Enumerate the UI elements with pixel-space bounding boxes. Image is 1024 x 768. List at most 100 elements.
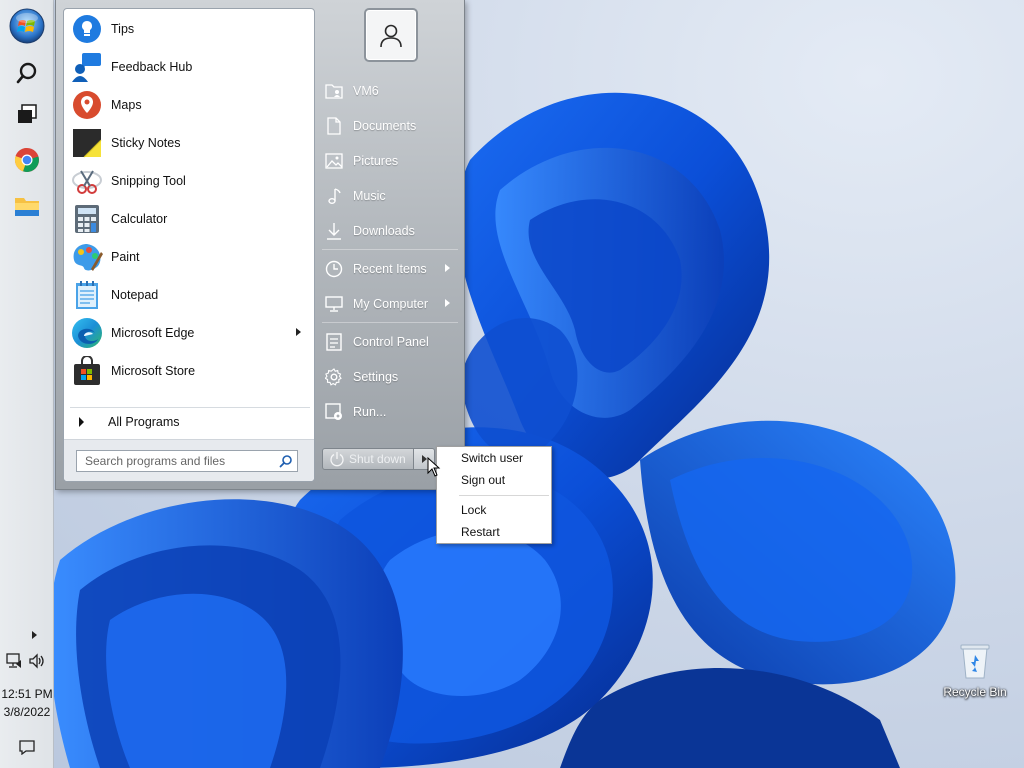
place-run[interactable]: Run... — [318, 395, 462, 428]
submenu-arrow-icon — [445, 299, 450, 307]
program-tips[interactable]: Tips — [67, 10, 311, 48]
network-icon[interactable] — [5, 653, 23, 669]
chrome-icon — [14, 147, 39, 172]
place-label: VM6 — [353, 83, 379, 98]
document-icon — [325, 116, 343, 135]
computer-icon — [325, 295, 343, 313]
task-view-icon — [18, 104, 37, 123]
shutdown-label: Shut down — [349, 452, 406, 466]
power-icon — [330, 452, 344, 467]
program-label: Feedback Hub — [111, 60, 193, 74]
place-recent-items[interactable]: Recent Items — [318, 252, 462, 285]
program-paint[interactable]: Paint — [67, 238, 311, 276]
search-icon[interactable] — [279, 454, 293, 468]
folder-icon — [15, 198, 39, 216]
all-programs-label: All Programs — [108, 415, 180, 429]
divider — [322, 322, 458, 323]
place-pictures[interactable]: Pictures — [318, 144, 462, 177]
program-label: Microsoft Store — [111, 364, 196, 378]
place-music[interactable]: Music — [318, 179, 462, 212]
speaker-icon[interactable] — [28, 653, 46, 669]
picture-icon — [325, 152, 343, 170]
recycle-bin-icon — [960, 644, 990, 679]
control-panel-icon — [325, 332, 343, 351]
place-control-panel[interactable]: Control Panel — [318, 325, 462, 358]
program-feedback-hub[interactable]: Feedback Hub — [67, 48, 311, 86]
run-icon — [325, 402, 343, 421]
maps-icon — [71, 89, 103, 121]
place-label: My Computer — [353, 296, 429, 311]
clock-time[interactable]: 12:51 PM — [0, 687, 54, 701]
program-label: Maps — [111, 98, 142, 112]
program-label: Tips — [111, 22, 135, 36]
program-calculator[interactable]: Calculator — [67, 200, 311, 238]
search-input[interactable] — [77, 451, 273, 471]
search-box — [76, 450, 298, 472]
windows-orb-icon — [9, 8, 45, 44]
program-sticky-notes[interactable]: Sticky Notes — [67, 124, 311, 162]
place-documents[interactable]: Documents — [318, 109, 462, 142]
paint-icon — [71, 241, 103, 273]
clock-icon — [325, 260, 343, 278]
program-notepad[interactable]: Notepad — [67, 276, 311, 314]
notification-icon[interactable] — [19, 739, 35, 755]
recycle-bin-label: Recycle Bin — [943, 685, 1007, 699]
menu-item-restart[interactable]: Restart — [438, 521, 550, 543]
music-note-icon — [325, 187, 343, 205]
shutdown-button[interactable]: Shut down — [322, 448, 414, 470]
taskbar-chrome-button[interactable] — [7, 140, 47, 180]
place-downloads[interactable]: Downloads — [318, 214, 462, 247]
program-label: Paint — [111, 250, 140, 264]
divider — [70, 407, 310, 408]
place-settings[interactable]: Settings — [318, 360, 462, 393]
program-microsoft-store[interactable]: Microsoft Store — [67, 352, 311, 390]
start-button[interactable] — [7, 6, 47, 46]
program-label: Notepad — [111, 288, 159, 302]
store-icon — [71, 355, 103, 387]
place-my-computer[interactable]: My Computer — [318, 287, 462, 320]
place-label: Settings — [353, 369, 399, 384]
chevron-right-icon — [421, 455, 427, 463]
place-label: Documents — [353, 118, 417, 133]
program-microsoft-edge[interactable]: Microsoft Edge — [67, 314, 311, 352]
task-view-button[interactable] — [7, 94, 47, 134]
recycle-bin-shortcut[interactable]: Recycle Bin — [940, 640, 1010, 710]
programs-pane: Tips Feedback Hub Maps Sticky Notes Snip — [63, 8, 315, 482]
snipping-tool-icon — [71, 165, 103, 197]
notepad-icon — [71, 279, 103, 311]
search-area — [64, 439, 314, 481]
gear-icon — [325, 367, 343, 386]
shutdown-options-menu: Switch user Sign out Lock Restart — [436, 446, 552, 544]
download-icon — [325, 222, 343, 240]
menu-item-switch-user[interactable]: Switch user — [438, 447, 550, 469]
user-folder-icon — [325, 82, 343, 100]
clock-date[interactable]: 3/8/2022 — [0, 705, 54, 719]
taskbar-search-button[interactable] — [7, 53, 47, 93]
place-label: Music — [353, 188, 386, 203]
program-label: Snipping Tool — [111, 174, 186, 188]
feedback-hub-icon — [71, 51, 103, 83]
menu-item-lock[interactable]: Lock — [438, 499, 550, 521]
taskbar-file-explorer-button[interactable] — [7, 186, 47, 226]
user-icon — [380, 24, 402, 48]
taskbar: 12:51 PM 3/8/2022 — [0, 0, 54, 768]
calculator-icon — [71, 203, 103, 235]
program-maps[interactable]: Maps — [67, 86, 311, 124]
place-vm6[interactable]: VM6 — [318, 74, 462, 107]
place-label: Recent Items — [353, 261, 427, 276]
show-hidden-icons-chevron-icon[interactable] — [32, 631, 37, 639]
search-icon — [16, 62, 37, 84]
submenu-arrow-icon — [296, 328, 301, 336]
menu-separator — [459, 495, 549, 496]
place-label: Downloads — [353, 223, 415, 238]
user-avatar[interactable] — [364, 8, 418, 62]
menu-item-sign-out[interactable]: Sign out — [438, 469, 550, 491]
sticky-notes-icon — [71, 127, 103, 159]
all-programs-button[interactable]: All Programs — [67, 409, 311, 435]
divider — [322, 249, 458, 250]
program-label: Sticky Notes — [111, 136, 181, 150]
all-programs-arrow-icon — [79, 417, 84, 427]
program-snipping-tool[interactable]: Snipping Tool — [67, 162, 311, 200]
tips-icon — [71, 13, 103, 45]
mouse-cursor-icon — [427, 457, 441, 477]
